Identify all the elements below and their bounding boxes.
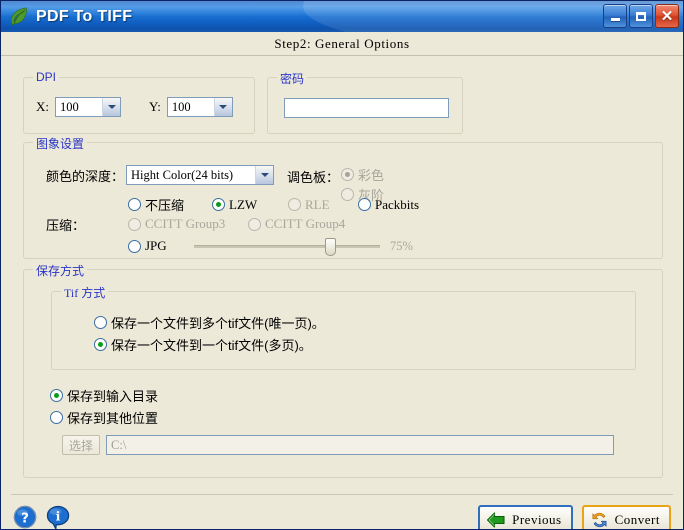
tif-option-single-file-label: 保存一个文件到一个tif文件(多页)。 bbox=[111, 338, 312, 353]
slider-thumb[interactable] bbox=[325, 238, 336, 256]
dpi-x-value: 100 bbox=[60, 99, 79, 114]
info-bubble-icon[interactable]: i bbox=[46, 505, 71, 530]
minimize-button[interactable] bbox=[603, 4, 627, 28]
compression-option-none-label: 不压缩 bbox=[145, 198, 185, 213]
tif-option-single-file[interactable]: 保存一个文件到一个tif文件(多页)。 bbox=[94, 335, 325, 354]
jpg-quality-value: 75% bbox=[390, 238, 413, 253]
step-header: Step2: General Options bbox=[1, 32, 683, 56]
footer-icon-bar: ? i bbox=[13, 505, 71, 530]
compression-option-ccitt-g4-label: CCITT Group4 bbox=[265, 216, 346, 231]
convert-button[interactable]: Convert bbox=[581, 505, 671, 529]
password-group: 密码 bbox=[267, 70, 463, 134]
compression-option-ccitt-g3: CCITT Group3 bbox=[128, 216, 248, 232]
compression-option-rle-label: RLE bbox=[305, 196, 330, 212]
radio-dot-icon bbox=[94, 316, 107, 329]
palette-option-color: 彩色 bbox=[341, 165, 384, 184]
svg-text:?: ? bbox=[21, 511, 29, 526]
radio-dot-icon bbox=[50, 389, 63, 402]
close-button[interactable]: ✕ bbox=[655, 4, 679, 28]
compression-option-packbits-label: Packbits bbox=[375, 196, 420, 212]
output-path-input bbox=[106, 435, 615, 455]
main-content: DPI X: 100 Y: 100 密码 图象设置 颜色的深度： Hight C… bbox=[1, 56, 683, 530]
color-depth-value: Hight Color(24 bits) bbox=[131, 167, 234, 182]
radio-dot-icon bbox=[248, 217, 261, 231]
window-title: PDF To TIFF bbox=[36, 7, 133, 25]
palette-label: 调色板： bbox=[287, 170, 340, 185]
pdf-to-tiff-window: PDF To TIFF ✕ Step2: General Options DPI… bbox=[0, 0, 684, 530]
image-settings-group: 图象设置 颜色的深度： Hight Color(24 bits) 调色板： 彩色 bbox=[23, 135, 663, 259]
dpi-group: DPI X: 100 Y: 100 bbox=[23, 70, 255, 134]
radio-dot-icon bbox=[128, 198, 141, 211]
dpi-y-value: 100 bbox=[171, 99, 191, 114]
slider-track bbox=[194, 245, 380, 248]
maximize-icon bbox=[636, 11, 646, 21]
location-option-input-dir[interactable]: 保存到输入目录 bbox=[50, 386, 158, 405]
compression-option-jpg-label: JPG bbox=[145, 238, 167, 253]
location-option-other[interactable]: 保存到其他位置 bbox=[50, 408, 158, 427]
maximize-button[interactable] bbox=[629, 4, 653, 28]
minimize-icon bbox=[610, 18, 620, 21]
location-option-input-dir-label: 保存到输入目录 bbox=[67, 389, 159, 404]
radio-dot-icon bbox=[341, 168, 355, 181]
left-arrow-icon bbox=[487, 511, 505, 528]
radio-dot-icon bbox=[128, 217, 141, 231]
convert-button-label: Convert bbox=[614, 511, 660, 527]
dpi-group-title: DPI bbox=[33, 70, 60, 84]
compression-option-packbits[interactable]: Packbits bbox=[358, 197, 419, 213]
compression-option-jpg[interactable]: JPG bbox=[128, 238, 184, 254]
leaf-icon bbox=[10, 6, 27, 26]
compression-option-ccitt-g4: CCITT Group4 bbox=[248, 216, 345, 232]
dpi-y-label: Y: bbox=[149, 99, 161, 114]
password-input[interactable] bbox=[284, 98, 449, 118]
chevron-down-icon bbox=[255, 166, 274, 184]
footer-button-bar: Previous Convert bbox=[478, 505, 671, 529]
dpi-y-select[interactable]: 100 bbox=[166, 97, 233, 117]
previous-button[interactable]: Previous bbox=[478, 505, 573, 529]
radio-dot-icon bbox=[212, 198, 225, 211]
tif-option-multiple-files-label: 保存一个文件到多个tif文件(唯一页)。 bbox=[111, 316, 325, 331]
footer-separator bbox=[11, 494, 673, 495]
compression-label: 压缩： bbox=[46, 218, 86, 233]
compression-option-rle: RLE bbox=[288, 197, 358, 213]
compression-option-none[interactable]: 不压缩 bbox=[128, 195, 212, 214]
tif-method-group-title: Tif 方式 bbox=[61, 284, 109, 301]
color-depth-select[interactable]: Hight Color(24 bits) bbox=[126, 165, 275, 185]
chevron-down-icon bbox=[213, 98, 232, 116]
dpi-x-select[interactable]: 100 bbox=[55, 97, 121, 117]
save-method-group-title: 保存方式 bbox=[33, 262, 88, 279]
radio-dot-icon bbox=[288, 198, 301, 211]
compression-option-ccitt-g3-label: CCITT Group3 bbox=[145, 216, 226, 231]
dpi-x-label: X: bbox=[36, 99, 49, 114]
image-settings-group-title: 图象设置 bbox=[33, 135, 88, 152]
save-method-group: 保存方式 Tif 方式 保存一个文件到多个tif文件(唯一页)。 保存一个文件到… bbox=[23, 262, 663, 478]
radio-dot-icon bbox=[94, 338, 107, 351]
chevron-down-icon bbox=[102, 98, 120, 116]
step-title: Step2: General Options bbox=[274, 35, 410, 51]
browse-button: 选择 bbox=[62, 435, 101, 455]
title-bar: PDF To TIFF ✕ bbox=[1, 1, 683, 32]
radio-dot-icon bbox=[50, 411, 63, 424]
window-controls: ✕ bbox=[603, 4, 679, 28]
color-depth-label: 颜色的深度： bbox=[46, 168, 125, 184]
compression-option-lzw-label: LZW bbox=[229, 196, 258, 212]
svg-text:i: i bbox=[56, 508, 61, 523]
radio-dot-icon bbox=[128, 239, 141, 253]
tif-option-multiple-files[interactable]: 保存一个文件到多个tif文件(唯一页)。 bbox=[94, 313, 325, 332]
palette-option-color-label: 彩色 bbox=[358, 168, 385, 183]
close-icon: ✕ bbox=[660, 7, 674, 25]
location-option-other-label: 保存到其他位置 bbox=[67, 411, 159, 426]
jpg-quality-slider[interactable] bbox=[194, 237, 380, 256]
password-group-title: 密码 bbox=[277, 70, 308, 87]
previous-button-label: Previous bbox=[512, 511, 562, 527]
help-circle-icon[interactable]: ? bbox=[13, 505, 38, 530]
compression-option-lzw[interactable]: LZW bbox=[212, 197, 288, 213]
tif-method-group: Tif 方式 保存一个文件到多个tif文件(唯一页)。 保存一个文件到一个tif… bbox=[51, 284, 636, 370]
radio-dot-icon bbox=[358, 198, 371, 211]
convert-refresh-icon bbox=[592, 512, 607, 527]
